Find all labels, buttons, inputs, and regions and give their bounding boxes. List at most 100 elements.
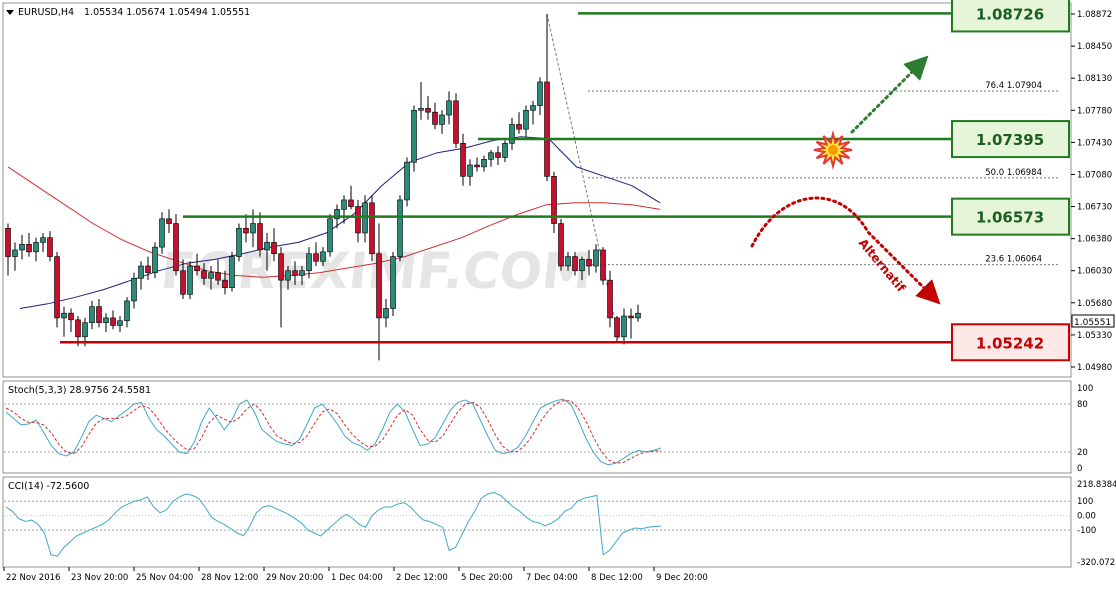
level-label: 1.07395 — [976, 131, 1044, 149]
y-tick-label: 1.06380 — [1077, 235, 1112, 245]
candle-body — [264, 242, 270, 251]
y-tick-label: 1.07080 — [1077, 170, 1112, 180]
current-price-label: 1.05551 — [1074, 318, 1111, 328]
y-tick-label: 1.08130 — [1077, 74, 1112, 84]
candle-body — [376, 253, 382, 319]
candle-body — [411, 109, 417, 163]
candle-body — [152, 246, 158, 273]
candle-body — [348, 199, 354, 207]
candle-body — [474, 164, 480, 168]
fib-label: 76.4 1.07904 — [985, 81, 1042, 91]
candle-body — [299, 270, 305, 276]
candle-body — [229, 256, 235, 289]
stoch-y-tick-label: 0 — [1077, 464, 1082, 474]
candle-body — [397, 199, 403, 257]
candle-body — [320, 251, 326, 262]
candle-body — [432, 111, 438, 125]
level-label: 1.08726 — [976, 5, 1044, 23]
cci-y-tick-label: 218.8384 — [1077, 480, 1116, 490]
candle-body — [355, 206, 361, 234]
fib-label: 23.6 1.06064 — [985, 255, 1042, 265]
candle-body — [82, 322, 88, 338]
candle-body — [635, 312, 641, 319]
y-tick-label: 1.06030 — [1077, 267, 1112, 277]
y-tick-label: 1.04980 — [1077, 363, 1112, 373]
candle-body — [369, 202, 375, 255]
candle-body — [502, 143, 508, 158]
candle-body — [110, 317, 116, 326]
candle-body — [481, 159, 487, 168]
candle-body — [558, 223, 564, 267]
candle-body — [166, 218, 172, 224]
level-label: 1.06573 — [976, 209, 1044, 227]
x-tick-label: 22 Nov 2016 — [6, 573, 60, 583]
candle-body — [628, 315, 634, 319]
candle-body — [33, 242, 39, 253]
candle-body — [509, 124, 515, 144]
cci-y-tick-label: 100 — [1077, 497, 1093, 507]
candle-body — [614, 317, 620, 338]
candle-body — [439, 114, 445, 125]
candle-body — [194, 265, 200, 272]
cci-y-tick-label: -320.0725 — [1077, 558, 1116, 568]
candle-body — [5, 227, 11, 257]
cci-title: CCI(14) -72.5600 — [8, 481, 89, 492]
candle-body — [341, 199, 347, 210]
y-tick-label: 1.05680 — [1077, 299, 1112, 309]
candle-body — [215, 272, 221, 281]
candle-body — [453, 100, 459, 144]
x-tick-label: 29 Nov 20:00 — [266, 573, 323, 583]
candle-body — [572, 256, 578, 272]
x-tick-label: 25 Nov 04:00 — [136, 573, 193, 583]
candle-body — [124, 300, 130, 322]
candle-body — [103, 317, 109, 323]
candle-body — [306, 253, 312, 272]
candle-body — [523, 109, 529, 130]
cci-y-tick-label: 0.00 — [1077, 512, 1096, 522]
candle-body — [579, 259, 585, 272]
candle-body — [278, 253, 284, 281]
stoch-y-tick-label: 80 — [1077, 400, 1088, 410]
candle-body — [117, 320, 123, 326]
y-tick-label: 1.08450 — [1077, 42, 1112, 52]
candle-body — [222, 279, 228, 289]
candle-body — [173, 223, 179, 272]
candle-body — [138, 265, 144, 279]
candle-body — [145, 265, 151, 273]
x-tick-label: 28 Nov 12:00 — [201, 573, 258, 583]
candle-body — [40, 237, 46, 243]
candle-body — [446, 100, 452, 116]
y-tick-label: 1.08872 — [1077, 10, 1112, 20]
candle-body — [180, 270, 186, 295]
candle-body — [425, 108, 431, 113]
candle-body — [467, 164, 473, 177]
candle-body — [26, 243, 32, 253]
candle-body — [404, 161, 410, 201]
fib-label: 50.0 1.06984 — [985, 168, 1042, 178]
stoch-y-tick-label: 100 — [1077, 384, 1093, 394]
candle-body — [593, 249, 599, 267]
y-tick-label: 1.07430 — [1077, 138, 1112, 148]
candle-body — [12, 249, 18, 257]
y-tick-label: 1.07780 — [1077, 106, 1112, 116]
candle-body — [257, 223, 263, 251]
candle-body — [292, 270, 298, 276]
x-tick-label: 1 Dec 04:00 — [331, 573, 383, 583]
candle-body — [607, 279, 613, 319]
cci-y-tick-label: -100 — [1077, 526, 1096, 536]
candle-body — [600, 249, 606, 281]
candle-body — [565, 256, 571, 267]
candle-body — [243, 227, 249, 234]
candle-body — [47, 237, 53, 257]
y-tick-label: 1.06730 — [1077, 203, 1112, 213]
candle-body — [537, 81, 543, 106]
candle-body — [54, 256, 60, 319]
candle-body — [208, 272, 214, 279]
candle-body — [327, 218, 333, 253]
y-tick-label: 1.05330 — [1077, 331, 1112, 341]
level-label: 1.05242 — [976, 334, 1044, 352]
x-tick-label: 5 Dec 20:00 — [461, 573, 513, 583]
x-tick-label: 2 Dec 12:00 — [396, 573, 448, 583]
candle-body — [68, 312, 74, 321]
candle-body — [390, 256, 396, 309]
